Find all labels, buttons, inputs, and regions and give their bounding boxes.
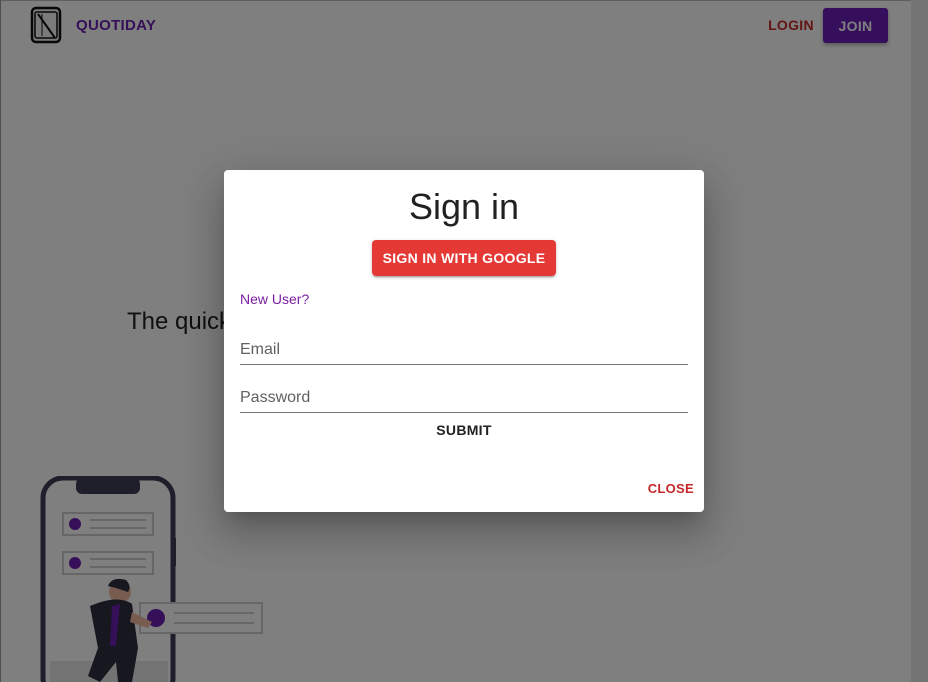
email-field xyxy=(240,334,688,365)
close-button[interactable]: CLOSE xyxy=(634,477,694,499)
dialog-title: Sign in xyxy=(408,186,520,227)
sign-in-dialog: Sign in SIGN IN WITH GOOGLE New User? SU… xyxy=(224,170,704,512)
google-sign-in-button[interactable]: SIGN IN WITH GOOGLE xyxy=(372,240,556,276)
password-field xyxy=(240,382,688,413)
submit-button[interactable]: SUBMIT xyxy=(424,418,504,442)
page: QUOTIDAY LOGIN JOIN The quick Sign in SI… xyxy=(0,0,928,682)
password-input[interactable] xyxy=(240,386,688,410)
email-input[interactable] xyxy=(240,338,688,362)
new-user-link[interactable]: New User? xyxy=(240,291,309,307)
